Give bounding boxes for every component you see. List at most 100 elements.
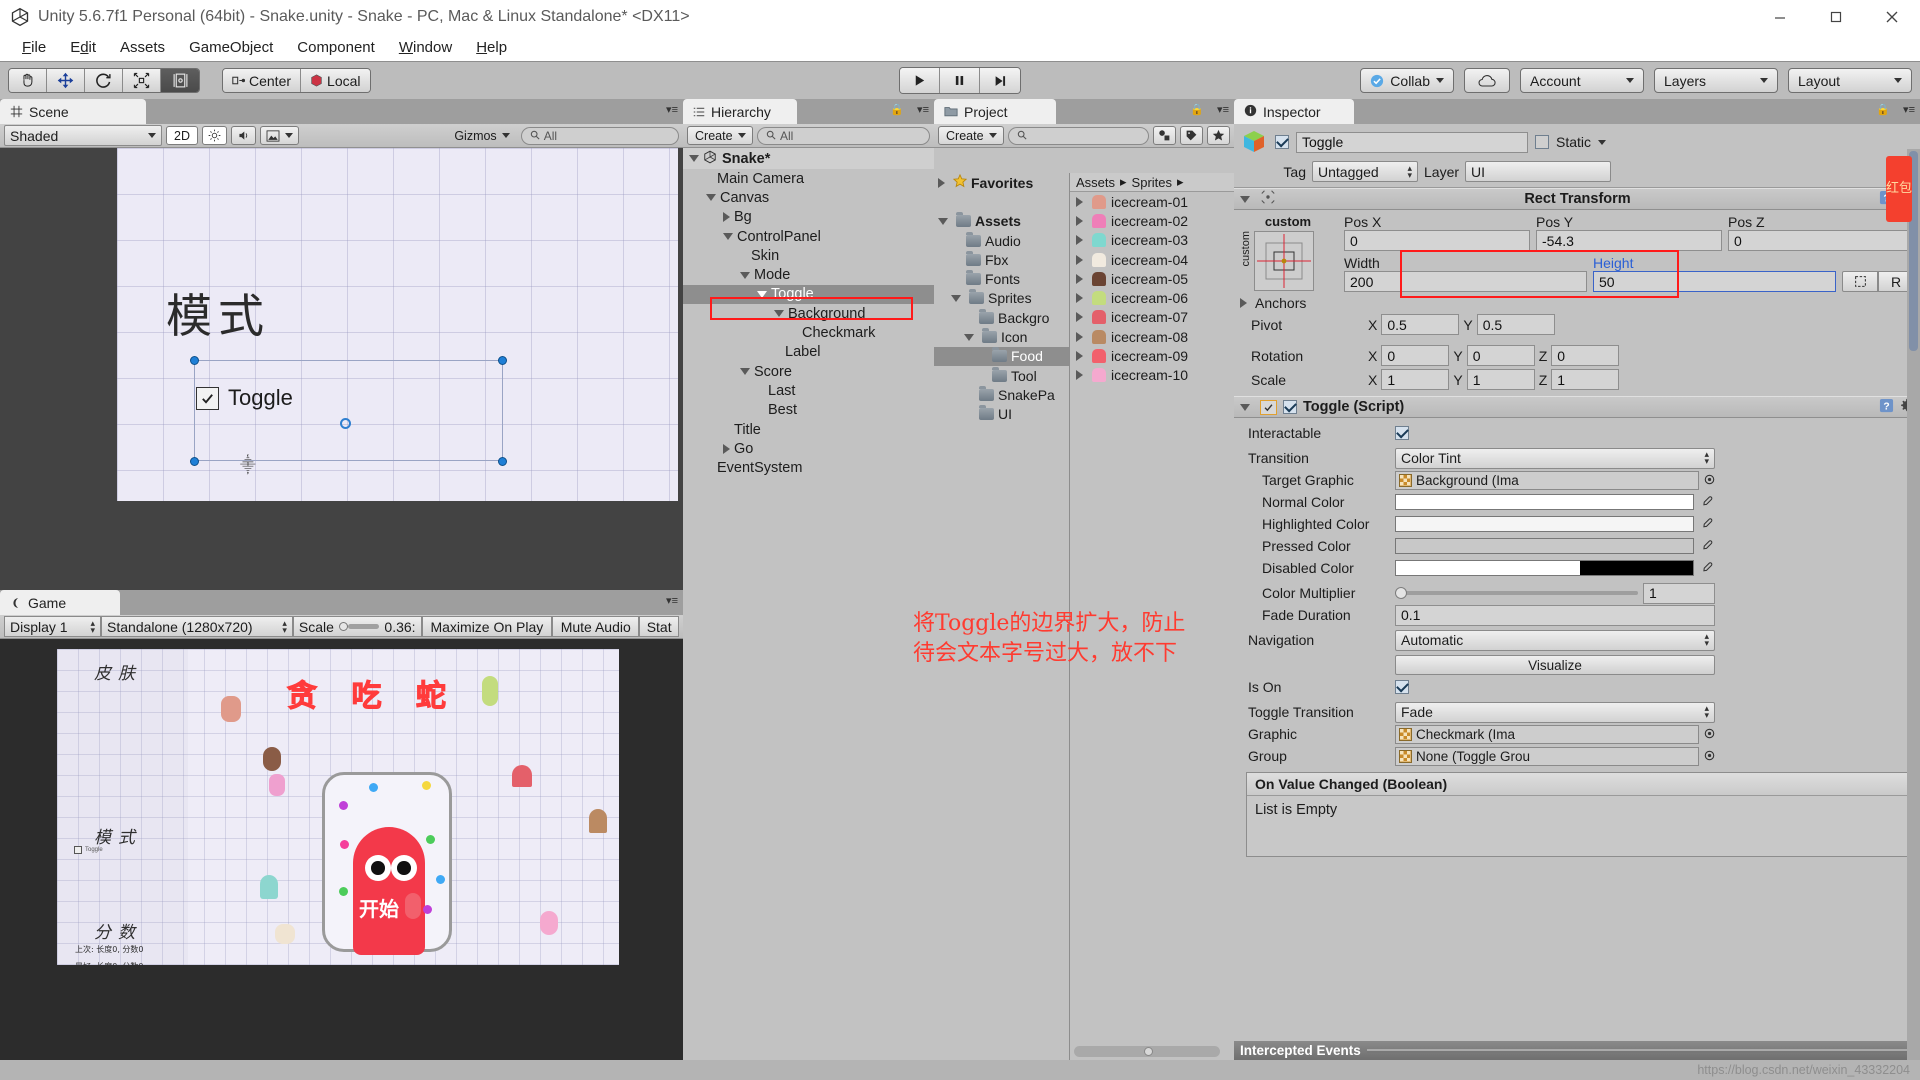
asset-item[interactable]: icecream-06 [1070,288,1234,307]
maximize-on-play-button[interactable]: Maximize On Play [421,616,553,637]
rotation-y-input[interactable]: 0 [1466,345,1535,366]
inspector-lock-icon[interactable]: 🔒 [1876,103,1890,116]
pivot-y-input[interactable]: 0.5 [1476,314,1555,335]
tab-scene[interactable]: Scene [0,99,146,124]
hierarchy-item-last[interactable]: Last [683,381,934,400]
chevron-right-icon[interactable] [1076,370,1083,381]
rotate-tool-icon[interactable] [85,69,123,92]
pos-y-input[interactable]: -54.3 [1536,230,1722,251]
favorites-star-icon[interactable] [1207,126,1230,145]
scene-2d-toggle[interactable]: 2D [166,126,198,145]
toggle-script-header[interactable]: Toggle (Script) ? [1234,396,1920,418]
asset-item[interactable]: icecream-03 [1070,231,1234,250]
toggle-prop-dropdown[interactable]: Automatic ▴ ▾ [1395,629,1715,651]
scale-x-input[interactable]: 1 [1381,369,1450,390]
asset-item[interactable]: icecream-01 [1070,192,1234,211]
hierarchy-item-eventsystem[interactable]: EventSystem [683,458,934,477]
asset-item[interactable]: icecream-02 [1070,211,1234,230]
asset-item[interactable]: icecream-05 [1070,269,1234,288]
hierarchy-search-input[interactable]: All [757,126,930,145]
menu-help[interactable]: Help [464,37,519,58]
hierarchy-lock-icon[interactable]: 🔒 [890,103,904,116]
project-tree-item-blank[interactable] [934,192,1069,211]
toggle-script-enabled-checkbox[interactable] [1283,400,1297,414]
hierarchy-create-button[interactable]: Create [687,126,753,145]
menu-gameobject[interactable]: GameObject [177,37,285,58]
scene-drawmode-dropdown[interactable]: Shaded [4,125,162,146]
hierarchy-item-mode[interactable]: Mode [683,265,934,284]
pos-z-input[interactable]: 0 [1728,230,1914,251]
breadcrumb-sprites[interactable]: Sprites [1132,175,1172,190]
effects-icon[interactable] [259,126,299,145]
filter-by-type-icon[interactable] [1153,126,1176,145]
step-button[interactable] [980,68,1020,93]
menu-assets[interactable]: Assets [108,37,177,58]
account-button[interactable]: Account [1520,68,1644,93]
project-tree-item-ui[interactable]: UI [934,405,1069,424]
tab-project[interactable]: Project [934,99,1056,124]
pivot-handle[interactable] [340,418,351,429]
chevron-down-icon[interactable] [740,368,750,376]
chevron-right-icon[interactable] [1076,196,1083,207]
project-panel-menu-icon[interactable]: ▾≡ [1217,103,1229,116]
color-multiplier-slider[interactable] [1395,585,1638,601]
chevron-right-icon[interactable] [1076,293,1083,304]
chevron-right-icon[interactable] [1076,254,1083,265]
eyedropper-icon[interactable] [1699,518,1715,530]
hierarchy-item-controlpanel[interactable]: ControlPanel [683,227,934,246]
pivot-rotation-button[interactable]: Local [301,69,370,92]
scale-z-input[interactable]: 1 [1551,369,1620,390]
stats-button[interactable]: Stat [639,616,679,637]
pause-button[interactable] [940,68,980,93]
mute-audio-button[interactable]: Mute Audio [552,616,640,637]
audio-icon[interactable] [230,126,256,145]
maximize-icon[interactable] [1808,0,1864,34]
toggle-prop-color-swatch[interactable] [1395,538,1694,554]
chevron-down-icon[interactable] [1240,195,1250,203]
resize-handle-br[interactable] [498,457,507,466]
chevron-right-icon[interactable] [1240,298,1247,308]
game-toggle-preview[interactable]: Toggle [74,846,103,854]
inspector-panel-menu-icon[interactable]: ▾≡ [1903,103,1915,116]
hand-tool-icon[interactable] [9,69,47,92]
project-create-button[interactable]: Create [938,126,1004,145]
project-tree-item-icon[interactable]: Icon [934,327,1069,346]
object-name-input[interactable]: Toggle [1296,131,1528,153]
help-icon[interactable]: ? [1879,398,1894,417]
chevron-down-icon[interactable] [757,290,767,298]
hierarchy-item-background[interactable]: Background [683,304,934,323]
menu-component[interactable]: Component [285,37,387,58]
toggle-prop-color-swatch[interactable] [1395,516,1694,532]
object-picker-icon[interactable] [1704,726,1715,742]
move-tool-icon[interactable] [47,69,85,92]
eyedropper-icon[interactable] [1699,562,1715,574]
toggle-prop-dropdown[interactable]: Fade ▴ ▾ [1395,701,1715,723]
scale-tool-icon[interactable] [123,69,161,92]
rect-transform-header[interactable]: Rect Transform ? [1234,188,1920,210]
play-button[interactable] [900,68,940,93]
chevron-down-icon[interactable] [1240,403,1250,411]
asset-item[interactable]: icecream-04 [1070,250,1234,269]
color-multiplier-value[interactable]: 1 [1643,582,1715,604]
project-tree-item-sprites[interactable]: Sprites [934,289,1069,308]
chevron-right-icon[interactable] [1076,312,1083,323]
layout-button[interactable]: Layout [1788,68,1912,93]
chevron-right-icon[interactable] [1076,273,1083,284]
eyedropper-icon[interactable] [1699,496,1715,508]
hierarchy-item-checkmark[interactable]: Checkmark [683,323,934,342]
intercepted-events-bar[interactable]: Intercepted Events [1234,1041,1920,1060]
chevron-down-icon[interactable] [706,194,716,202]
tag-dropdown[interactable]: Untagged ▴ ▾ [1312,161,1418,182]
chevron-down-icon[interactable] [951,294,961,302]
visualize-button[interactable]: Visualize [1395,655,1715,675]
close-icon[interactable] [1864,0,1920,34]
blueprint-mode-button[interactable] [1842,271,1878,292]
hierarchy-panel-menu-icon[interactable]: ▾≡ [917,103,929,116]
hierarchy-item-best[interactable]: Best [683,401,934,420]
chevron-right-icon[interactable] [1076,331,1083,342]
chevron-right-icon[interactable] [938,177,945,188]
chevron-right-icon[interactable] [723,212,730,223]
hierarchy-item-skin[interactable]: Skin [683,246,934,265]
slider-knob[interactable] [1395,587,1407,599]
scene-viewport[interactable]: 模式 Toggle ⸎ [0,148,683,590]
